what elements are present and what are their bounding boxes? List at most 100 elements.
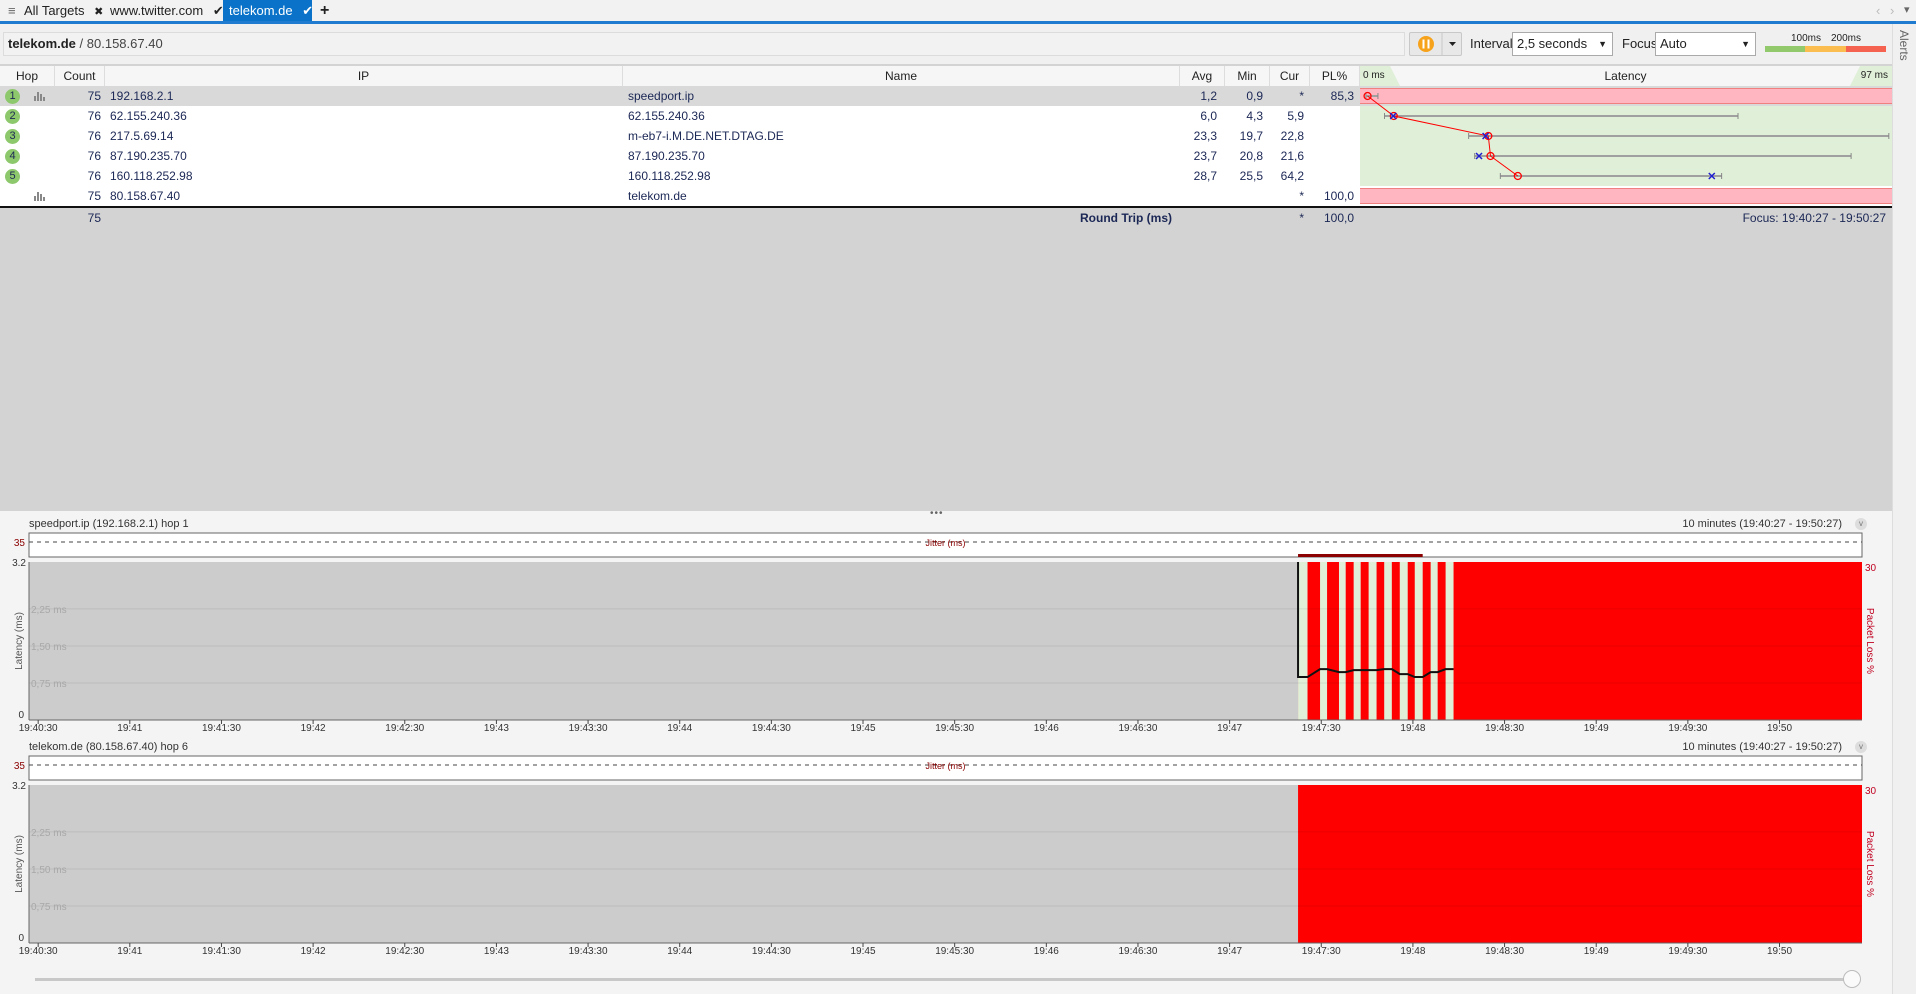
- hop-number-badge: 3: [5, 129, 20, 144]
- column-header-hop[interactable]: Hop: [0, 66, 55, 86]
- x-tick-label: 19:42:30: [385, 946, 424, 957]
- cell-pl: [1310, 106, 1354, 126]
- legend-warn: [1805, 46, 1846, 52]
- target-ip: 80.158.67.40: [86, 36, 163, 51]
- ok-sample-area: [1320, 562, 1328, 720]
- alerts-panel-tab[interactable]: Alerts: [1892, 24, 1916, 994]
- separator: /: [75, 36, 87, 51]
- ok-sample-area: [1384, 562, 1392, 720]
- cell-ip: 217.5.69.14: [110, 129, 174, 143]
- tab-list-dropdown[interactable]: ▾: [1898, 0, 1916, 21]
- toolbar: telekom.de / 80.158.67.40 Interval 2,5 s…: [0, 24, 1892, 64]
- chevron-down-icon: ▼: [1598, 39, 1607, 49]
- column-header-ip[interactable]: IP: [105, 66, 623, 86]
- focus-select[interactable]: Auto ▼: [1655, 32, 1756, 56]
- hop-table: Hop Count IP Name Avg Min Cur PL% Latency 0 ms 97 …: [0, 64, 1892, 511]
- summary-count: 75: [87, 211, 101, 225]
- cell-cur: 5,9: [1287, 109, 1304, 123]
- x-tick-label: 19:43:30: [569, 946, 608, 957]
- chart-icon[interactable]: [34, 92, 46, 101]
- focus-value: Auto: [1660, 36, 1687, 51]
- cell-name: 87.190.235.70: [628, 149, 705, 163]
- cell-cur: 21,6: [1280, 149, 1304, 163]
- chevron-down-icon: [1449, 42, 1456, 46]
- tab-twitter[interactable]: www.twitter.com ✔: [104, 0, 230, 21]
- column-header-min[interactable]: Min: [1225, 66, 1270, 86]
- cell-count: 76: [87, 149, 101, 163]
- y-bottom-label: 0: [18, 933, 24, 944]
- gridline-label: 0,75 ms: [31, 679, 67, 690]
- close-icon[interactable]: ✖: [94, 6, 103, 18]
- column-header-avg[interactable]: Avg: [1180, 66, 1225, 86]
- cell-ip: 62.155.240.36: [110, 109, 187, 123]
- timeline-slider-track[interactable]: [35, 978, 1855, 981]
- cell-avg: 23,7: [1193, 149, 1217, 163]
- gridline-label: 1,50 ms: [31, 865, 67, 876]
- ok-sample-area: [1298, 562, 1308, 720]
- x-tick-label: 19:48: [1400, 946, 1425, 957]
- jitter-max-label: 35: [14, 761, 26, 772]
- x-tick-label: 19:42: [301, 946, 326, 957]
- column-header-count[interactable]: Count: [55, 66, 105, 86]
- hop-chart: telekom.de (80.158.67.40) hop 6 10 minut…: [0, 741, 1892, 963]
- x-tick-label: 19:47: [1217, 946, 1242, 957]
- cell-ip: 192.168.2.1: [110, 89, 174, 103]
- cell-ip: 87.190.235.70: [110, 149, 187, 163]
- cell-ip: 80.158.67.40: [110, 189, 181, 203]
- cell-name: speedport.ip: [628, 89, 695, 103]
- ok-sample-area: [1445, 562, 1454, 720]
- y-bottom-label: 0: [18, 710, 24, 721]
- column-header-cur[interactable]: Cur: [1270, 66, 1310, 86]
- chart-icon[interactable]: [34, 192, 46, 201]
- interval-label: Interval: [1470, 36, 1513, 51]
- cell-pl: [1310, 146, 1354, 166]
- focus-range: Focus: 19:40:27 - 19:50:27: [1742, 211, 1886, 225]
- x-tick-label: 19:43:30: [569, 723, 608, 734]
- tab-all-targets[interactable]: All Targets ✖: [18, 0, 109, 21]
- x-tick-label: 19:40:30: [19, 723, 58, 734]
- interval-select[interactable]: 2,5 seconds ▼: [1512, 32, 1613, 56]
- timeline-slider-thumb[interactable]: [1843, 970, 1861, 988]
- x-tick-label: 19:41: [117, 946, 142, 957]
- jitter-label: Jitter (ms): [926, 761, 966, 771]
- x-tick-label: 19:47:30: [1302, 723, 1341, 734]
- interval-value: 2,5 seconds: [1517, 36, 1588, 51]
- x-tick-label: 19:49:30: [1668, 946, 1707, 957]
- cell-count: 75: [87, 89, 101, 103]
- x-tick-label: 19:43: [484, 946, 509, 957]
- column-header-name[interactable]: Name: [623, 66, 1180, 86]
- packet-loss-area: [1298, 562, 1862, 720]
- cell-cur: *: [1299, 189, 1304, 203]
- x-tick-label: 19:48:30: [1485, 946, 1524, 957]
- y2-top-label: 30: [1865, 563, 1877, 574]
- add-tab-button[interactable]: +: [314, 0, 335, 21]
- legend-100ms: 100ms: [1791, 33, 1822, 44]
- x-tick-label: 19:44:30: [752, 946, 791, 957]
- summary-label: Round Trip (ms): [1080, 211, 1172, 225]
- column-header-plpct[interactable]: PL%: [1310, 66, 1360, 86]
- cell-count: 76: [87, 109, 101, 123]
- gridline-label: 1,50 ms: [31, 642, 67, 653]
- x-tick-label: 19:42:30: [385, 723, 424, 734]
- x-tick-label: 19:48:30: [1485, 723, 1524, 734]
- target-address[interactable]: telekom.de / 80.158.67.40: [3, 32, 1405, 56]
- x-tick-label: 19:42: [301, 723, 326, 734]
- legend-bad: [1846, 46, 1886, 52]
- x-tick-label: 19:41: [117, 723, 142, 734]
- cell-pl: [1310, 166, 1354, 186]
- tab-bar: ≡ All Targets ✖ www.twitter.com ✔ teleko…: [0, 0, 1916, 21]
- x-tick-label: 19:44: [667, 946, 692, 957]
- cell-min: 20,8: [1239, 149, 1263, 163]
- gridline-label: 2,25 ms: [31, 828, 67, 839]
- x-tick-label: 19:41:30: [202, 723, 241, 734]
- x-tick-label: 19:49: [1584, 946, 1609, 957]
- gridline-label: 2,25 ms: [31, 605, 67, 616]
- x-tick-label: 19:45:30: [935, 946, 974, 957]
- tab-telekom[interactable]: telekom.de ✔: [223, 0, 313, 21]
- column-header-latency[interactable]: Latency: [1360, 66, 1892, 86]
- cell-name: m-eb7-i.M.DE.NET.DTAG.DE: [628, 129, 784, 143]
- cell-avg: 6,0: [1200, 109, 1217, 123]
- y-top-label: 3.2: [12, 781, 26, 792]
- x-tick-label: 19:41:30: [202, 946, 241, 957]
- pause-button[interactable]: [1409, 32, 1462, 56]
